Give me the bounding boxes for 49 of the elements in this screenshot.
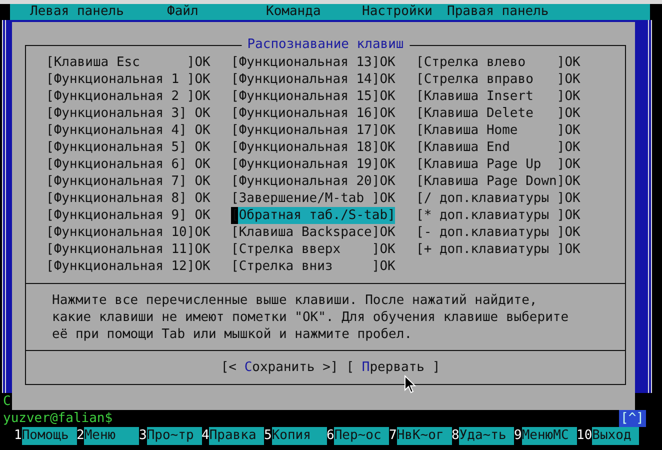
dialog-button[interactable]: [ Прервать ] [346, 359, 440, 376]
mouse-pointer-icon [404, 375, 416, 394]
key-entry[interactable]: [Стрелка влево ]OK [416, 54, 580, 71]
menu-item[interactable]: Правая панель [447, 4, 597, 20]
key-entry[interactable]: [Функциональная 19]OK [231, 156, 396, 173]
key-entry[interactable]: [+ доп.клавиатуры ]OK [416, 241, 580, 258]
key-entry[interactable]: [Функциональная 4] OK [46, 122, 210, 139]
key-entry[interactable]: [- доп.клавиатуры ]OK [416, 224, 580, 241]
dialog-button[interactable]: [< Сохранить >] [220, 359, 338, 376]
key-entry[interactable]: [Завершение/M-tab ]OK [231, 190, 396, 207]
menu-item[interactable]: Левая панель [30, 4, 167, 20]
menu-item[interactable]: Файл [167, 4, 266, 20]
key-entry[interactable]: [Функциональная 10]OK [46, 224, 210, 241]
key-entry[interactable]: [Функциональная 8] OK [46, 190, 210, 207]
key-entry[interactable]: [Стрелка вниз ]OK [231, 258, 396, 275]
key-entry[interactable]: [Клавиша Page Up ]OK [416, 156, 580, 173]
key-entry[interactable]: [Клавиша Page Down]OK [416, 173, 580, 190]
key-entry[interactable]: [Функциональная 16]OK [231, 105, 396, 122]
key-entry[interactable]: [Функциональная 18]OK [231, 139, 396, 156]
key-entry[interactable]: [Функциональная 12]OK [46, 258, 210, 275]
key-entry[interactable]: [Функциональная 20]OK [231, 173, 396, 190]
key-entry[interactable]: [Функциональная 17]OK [231, 122, 396, 139]
key-entry[interactable]: [Функциональная 5] OK [46, 139, 210, 156]
menu-item[interactable]: Настройки [362, 4, 447, 20]
key-entry[interactable]: [Стрелка вверх ]OK [231, 241, 396, 258]
key-entry[interactable]: [Функциональная 14]OK [231, 71, 396, 88]
key-entry[interactable]: [Функциональная 2 ]OK [46, 88, 210, 105]
key-entry[interactable]: [Функциональная 3] OK [46, 105, 210, 122]
terminal-text: C [3, 393, 11, 410]
key-entry[interactable]: [Клавиша Backspace]OK [231, 224, 396, 241]
key-entry[interactable]: [Клавиша End ]OK [416, 139, 580, 156]
history-button[interactable]: [^] [618, 410, 646, 427]
key-entry[interactable]: [Функциональная 1 ]OK [46, 71, 210, 88]
key-entry[interactable]: [Функциональная 6] OK [46, 156, 210, 173]
key-entry[interactable]: [Стрелка вправо ]OK [416, 71, 580, 88]
key-entry[interactable]: [Функциональная 9] OK [46, 207, 210, 224]
key-entry[interactable]: [Клавиша Home ]OK [416, 122, 580, 139]
shell-prompt: yuzver@falian$ [3, 410, 113, 427]
key-entry[interactable]: [Функциональная 15]OK [231, 88, 396, 105]
key-entry[interactable]: [Клавиша Delete ]OK [416, 105, 580, 122]
key-entry[interactable]: [Функциональная 11]OK [46, 241, 210, 258]
key-entry[interactable]: [/ доп.клавиатуры ]OK [416, 190, 580, 207]
key-entry[interactable]: [Клавиша Insert ]OK [416, 88, 580, 105]
instructions-text: Нажмите все перечисленные выше клавиши. После нажатий найдите, какие клавиши не имеют пометки "OK". Для обучения клавише выберите eё при помощи Tab или мышкой и нажмите пробел. [51, 292, 570, 344]
key-entry[interactable]: [Клавиша Esc ]OK [46, 54, 210, 71]
key-entry[interactable]: [* доп.клавиатуры ]OK [416, 207, 580, 224]
key-entry[interactable]: [Функциональная 13]OK [231, 54, 396, 71]
key-entry[interactable]: [Функциональная 7] OK [46, 173, 210, 190]
menu-item[interactable]: Команда [266, 4, 362, 20]
